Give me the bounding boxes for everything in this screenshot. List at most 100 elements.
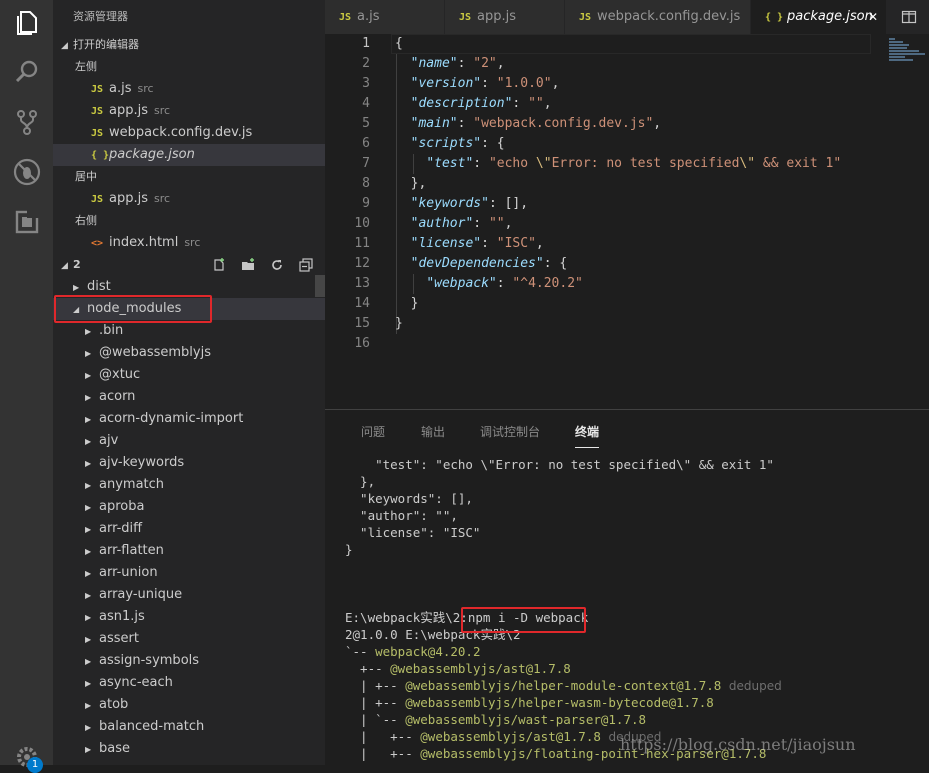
code-text: "main": "webpack.config.dev.js",	[410, 116, 662, 131]
terminal-line: +-- @webassemblyjs/ast@1.7.8	[345, 660, 782, 677]
sidebar-scrollbar[interactable]	[315, 275, 325, 297]
line-number: 11	[354, 236, 370, 251]
code-text: "license": "ISC",	[410, 236, 544, 251]
tree-item-dist[interactable]: ▶ dist	[53, 276, 325, 298]
chevron-right-icon: ▶	[85, 591, 92, 600]
chevron-right-icon: ▶	[85, 723, 92, 732]
tree-item[interactable]: ▶ asn1.js	[53, 606, 325, 628]
tree-item[interactable]: ▶ arr-diff	[53, 518, 325, 540]
close-icon[interactable]: ✕	[868, 0, 878, 34]
js-file-icon: JS	[339, 12, 352, 23]
tree-item[interactable]: ▶ acorn	[53, 386, 325, 408]
chevron-right-icon: ▶	[85, 503, 92, 512]
tree-item[interactable]: ▶ assign-symbols	[53, 650, 325, 672]
refresh-icon[interactable]	[270, 258, 286, 272]
chevron-right-icon: ▶	[85, 635, 92, 644]
tree-item[interactable]: ▶ arr-union	[53, 562, 325, 584]
line-number: 14	[354, 296, 370, 311]
collapse-all-icon[interactable]	[299, 258, 315, 272]
activity-bar: 1	[0, 0, 53, 773]
tree-item[interactable]: ▶ aproba	[53, 496, 325, 518]
minimap-line	[889, 44, 909, 46]
chevron-right-icon: ▶	[85, 657, 92, 666]
terminal-line: | `-- @webassemblyjs/wast-parser@1.7.8	[345, 711, 782, 728]
new-folder-icon[interactable]	[241, 258, 257, 272]
panel-tab-debug-console[interactable]: 调试控制台	[480, 423, 540, 447]
chevron-right-icon: ▶	[85, 437, 92, 446]
package-name: @webassemblyjs/ast@1.7.8	[420, 729, 601, 744]
chevron-right-icon: ▶	[85, 481, 92, 490]
tree-item[interactable]: ▶ acorn-dynamic-import	[53, 408, 325, 430]
tree-item[interactable]: ▶ array-unique	[53, 584, 325, 606]
tree-item[interactable]: ▶ ajv-keywords	[53, 452, 325, 474]
line-number: 16	[354, 336, 370, 351]
js-file-icon: JS	[91, 128, 104, 139]
code-text: "description": "",	[410, 96, 552, 111]
open-editor-item[interactable]: JS app.js src	[53, 188, 325, 210]
line-number: 3	[362, 76, 370, 91]
terminal-output[interactable]: "test": "echo \"Error: no test specified…	[345, 456, 782, 762]
tree-item[interactable]: ▶ base	[53, 738, 325, 760]
terminal-line: "keywords": [],	[345, 491, 473, 506]
chevron-right-icon: ▶	[85, 613, 92, 622]
package-name: @webassemblyjs/ast@1.7.8	[390, 661, 571, 676]
open-editors-header[interactable]: ◢ 打开的编辑器	[53, 34, 325, 56]
watermark: https://blog.csdn.net/jiaojsun	[620, 735, 856, 754]
code-text: "author": "",	[410, 216, 513, 231]
open-editor-item[interactable]: JS a.js src	[53, 78, 325, 100]
tree-item[interactable]: ▶ anymatch	[53, 474, 325, 496]
code-text: "version": "1.0.0",	[410, 76, 560, 91]
tree-prefix: | +--	[345, 746, 421, 761]
chevron-right-icon: ▶	[73, 283, 80, 292]
chevron-down-icon: ◢	[61, 261, 68, 271]
explorer-icon[interactable]	[12, 7, 42, 37]
open-editor-item[interactable]: JS webpack.config.dev.js	[53, 122, 325, 144]
editor-group-label: 右侧	[75, 214, 97, 227]
tab-package-json[interactable]: { } package.json ✕	[751, 0, 887, 34]
terminal-prompt: E:\webpack实践\2:	[345, 610, 468, 625]
code-text: "webpack": "^4.20.2"	[426, 276, 583, 291]
split-editor-icon[interactable]	[901, 9, 917, 25]
tab-app-js[interactable]: JS app.js	[445, 0, 565, 34]
tab-a-js[interactable]: JS a.js	[325, 0, 445, 34]
extensions-icon[interactable]	[12, 207, 42, 237]
line-number: 10	[354, 216, 370, 231]
debug-icon[interactable]	[12, 157, 42, 187]
open-editor-item[interactable]: JS app.js src	[53, 100, 325, 122]
tree-item[interactable]: ▶ async-each	[53, 672, 325, 694]
code-text: }	[395, 316, 403, 331]
tree-item[interactable]: ▶ atob	[53, 694, 325, 716]
package-name: @webassemblyjs/wast-parser@1.7.8	[405, 712, 647, 727]
tree-item[interactable]: ▶ balanced-match	[53, 716, 325, 738]
new-file-icon[interactable]	[212, 258, 228, 272]
open-editor-item[interactable]: <> index.html src	[53, 232, 325, 254]
tab-webpack-config[interactable]: JS webpack.config.dev.js	[565, 0, 751, 34]
editor-group-label: 左侧	[75, 60, 97, 73]
panel-tab-output[interactable]: 输出	[421, 423, 445, 447]
tree-item[interactable]: ▶ ajv	[53, 430, 325, 452]
tree-item[interactable]: ▶ .bin	[53, 320, 325, 342]
open-editor-item-active[interactable]: { }package.json	[53, 144, 325, 166]
code-editor[interactable]: 1 {2 "name": "2", 3 "version": "1.0.0", 4 "…	[325, 34, 885, 409]
terminal-line: }	[345, 542, 353, 557]
minimap-line	[889, 56, 905, 58]
current-line-highlight	[391, 34, 871, 54]
tree-item[interactable]: ▶ assert	[53, 628, 325, 650]
chevron-right-icon: ▶	[85, 525, 92, 534]
minimap[interactable]	[885, 34, 929, 409]
panel-tab-problems[interactable]: 问题	[361, 423, 385, 447]
explorer-title: 资源管理器	[73, 10, 128, 23]
tree-item[interactable]: ▶ @webassemblyjs	[53, 342, 325, 364]
tree-item-node-modules[interactable]: ◢ node_modules	[53, 298, 325, 320]
line-number: 4	[362, 96, 370, 111]
tree-item[interactable]: ▶ @xtuc	[53, 364, 325, 386]
folder-header[interactable]: ◢ 2	[53, 254, 325, 276]
tree-item[interactable]: ▶ arr-flatten	[53, 540, 325, 562]
code-text: "scripts": {	[410, 136, 505, 151]
panel-tab-terminal[interactable]: 终端	[575, 423, 600, 448]
js-file-icon: JS	[459, 12, 472, 23]
source-control-icon[interactable]	[12, 107, 42, 137]
search-icon[interactable]	[12, 57, 42, 87]
